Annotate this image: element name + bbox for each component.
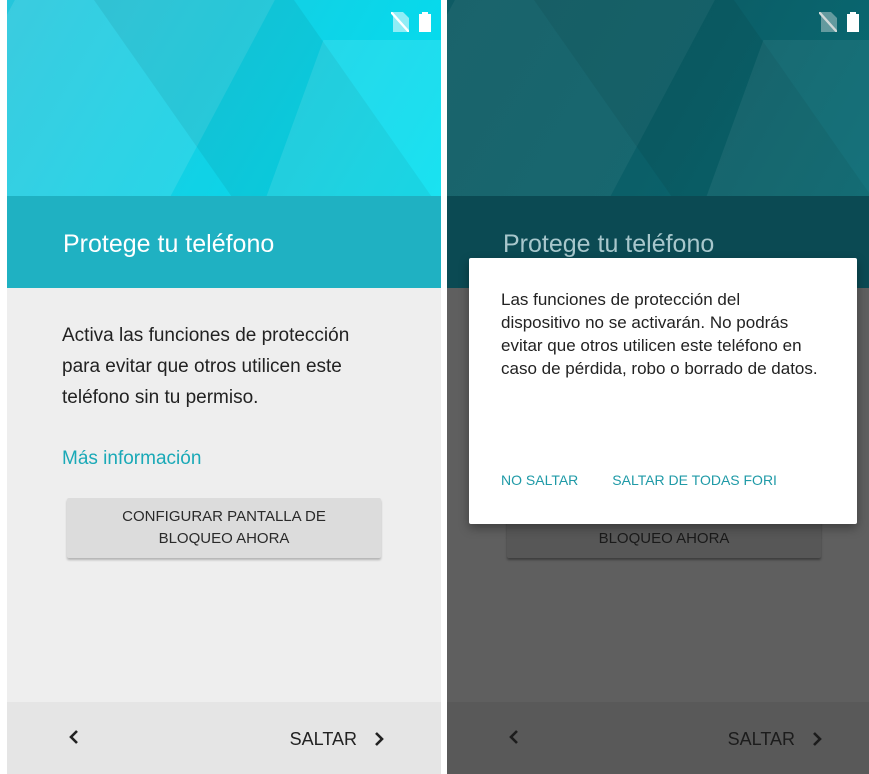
- header-background: [447, 0, 869, 196]
- header-background: [7, 0, 441, 196]
- back-button[interactable]: [59, 722, 89, 752]
- back-button: [499, 722, 529, 752]
- setup-screen-lock-label-line2: BLOQUEO AHORA: [158, 530, 290, 547]
- page-title: Protege tu teléfono: [503, 230, 715, 258]
- status-bar: [391, 12, 431, 32]
- more-info-link[interactable]: Más información: [62, 448, 201, 470]
- setup-screen-lock-label-line2: BLOQUEO AHORA: [598, 530, 730, 547]
- dialog-actions: NO SALTAR SALTAR DE TODAS FORI: [501, 472, 857, 488]
- chevron-left-icon: [509, 730, 518, 744]
- skip-button: SALTAR: [728, 724, 825, 754]
- chevron-left-icon: [69, 730, 78, 744]
- status-bar: [819, 12, 859, 32]
- skip-label: SALTAR: [289, 728, 357, 749]
- skip-label: SALTAR: [727, 728, 795, 749]
- battery-icon: [419, 12, 431, 32]
- dont-skip-button[interactable]: NO SALTAR: [501, 472, 578, 488]
- no-sim-icon: [819, 12, 837, 32]
- skip-confirmation-dialog: Las funciones de protección del disposit…: [469, 258, 857, 524]
- dialog-message: Las funciones de protección del disposit…: [501, 290, 818, 378]
- description-text: Activa las funciones de protección para …: [62, 325, 350, 408]
- no-sim-icon: [391, 12, 409, 32]
- setup-screen-right: Protege tu teléfono CONFIGURAR PANTALLA …: [447, 0, 869, 774]
- skip-button[interactable]: SALTAR: [290, 724, 387, 754]
- chevron-right-icon: [813, 732, 822, 746]
- setup-screen-lock-label-line1: CONFIGURAR PANTALLA DE: [122, 508, 326, 525]
- battery-icon: [847, 12, 859, 32]
- setup-screen-lock-button[interactable]: CONFIGURAR PANTALLA DE BLOQUEO AHORA: [67, 498, 381, 558]
- page-title: Protege tu teléfono: [63, 230, 275, 258]
- skip-anyway-button[interactable]: SALTAR DE TODAS FORI: [612, 472, 777, 488]
- setup-screen-left: Protege tu teléfono Activa las funciones…: [7, 0, 441, 774]
- chevron-right-icon: [375, 732, 384, 746]
